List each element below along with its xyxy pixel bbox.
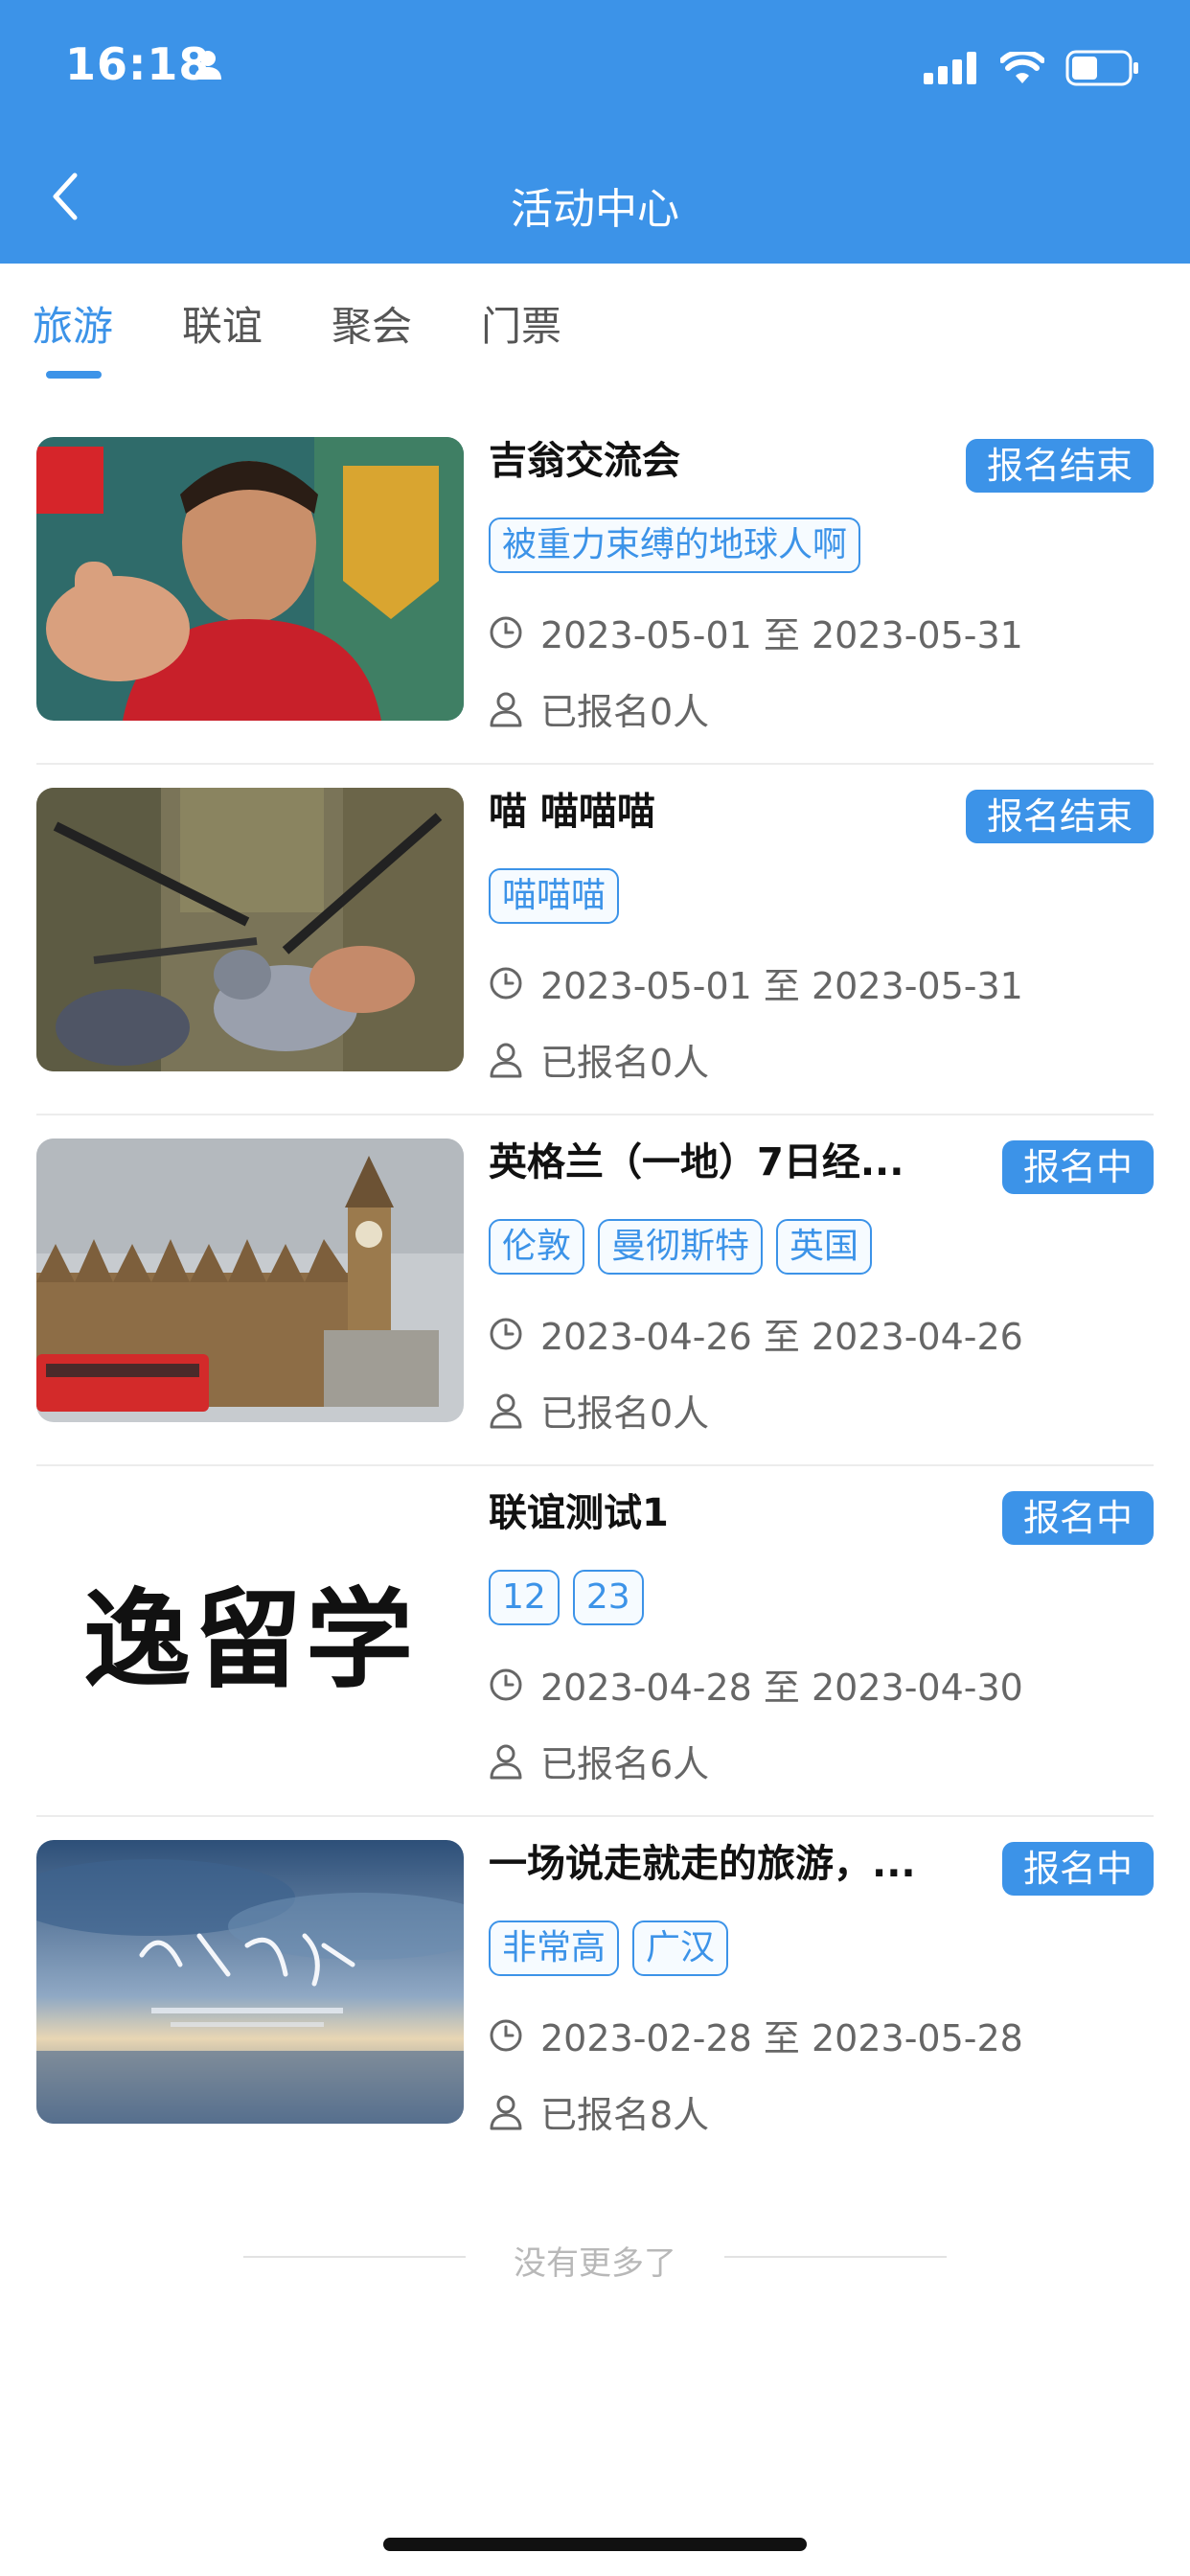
tag-list: 被重力束缚的地球人啊 bbox=[489, 518, 861, 573]
tab-tickets[interactable]: 门票 bbox=[481, 294, 561, 353]
list-end-footer: 没有更多了 bbox=[0, 2233, 1190, 2283]
date-row: 2023-04-26 至 2023-04-26 bbox=[489, 1307, 1023, 1360]
registered-count: 已报名8人 bbox=[540, 2094, 710, 2136]
date-range: 2023-02-28 至 2023-05-28 bbox=[540, 2017, 1023, 2059]
list-item[interactable]: 英格兰（一地）7日经... 报名中 伦敦 曼彻斯特 英国 2023-04-26 … bbox=[0, 1116, 1190, 1466]
registered-count: 已报名6人 bbox=[540, 1743, 710, 1785]
event-thumbnail bbox=[36, 437, 464, 721]
user-status-icon bbox=[194, 50, 222, 84]
registration-row: 已报名0人 bbox=[489, 1384, 709, 1437]
tag: 喵喵喵 bbox=[489, 868, 620, 924]
status-badge: 报名结束 bbox=[965, 790, 1154, 843]
tag: 12 bbox=[489, 1570, 560, 1625]
event-title: 一场说走就走的旅游，... bbox=[489, 1842, 916, 1886]
registration-row: 已报名6人 bbox=[489, 1735, 709, 1787]
date-row: 2023-02-28 至 2023-05-28 bbox=[489, 2009, 1023, 2061]
tag: 广汉 bbox=[632, 1920, 729, 1976]
tag: 被重力束缚的地球人啊 bbox=[489, 518, 861, 573]
event-title: 吉翁交流会 bbox=[489, 439, 680, 483]
tag-list: 伦敦 曼彻斯特 英国 bbox=[489, 1219, 873, 1275]
clock-icon bbox=[490, 1318, 522, 1349]
registered-count: 已报名0人 bbox=[540, 1042, 710, 1084]
person-icon bbox=[490, 1393, 522, 1428]
status-badge: 报名结束 bbox=[965, 439, 1154, 493]
tag-list: 非常高 广汉 bbox=[489, 1920, 729, 1976]
date-range: 2023-04-28 至 2023-04-30 bbox=[540, 1667, 1023, 1709]
list-item[interactable]: 喵 喵喵喵 报名结束 喵喵喵 2023-05-01 至 2023-05-31 已… bbox=[0, 765, 1190, 1116]
event-title: 喵 喵喵喵 bbox=[489, 790, 655, 834]
signal-icon bbox=[924, 52, 976, 84]
active-tab-indicator bbox=[46, 371, 102, 379]
wifi-icon bbox=[1000, 52, 1044, 83]
event-thumbnail: 逸留学 bbox=[36, 1489, 464, 1773]
date-range: 2023-05-01 至 2023-05-31 bbox=[540, 614, 1023, 656]
tag: 非常高 bbox=[489, 1920, 620, 1976]
person-icon bbox=[490, 2095, 522, 2129]
event-title: 英格兰（一地）7日经... bbox=[489, 1140, 904, 1184]
registration-row: 已报名0人 bbox=[489, 1033, 709, 1086]
clock-icon bbox=[490, 616, 522, 648]
registration-row: 已报名0人 bbox=[489, 682, 709, 735]
date-row: 2023-05-01 至 2023-05-31 bbox=[489, 956, 1023, 1009]
battery-icon bbox=[1065, 50, 1138, 86]
page-title: 活动中心 bbox=[511, 185, 679, 234]
registration-row: 已报名8人 bbox=[489, 2085, 709, 2138]
event-thumbnail bbox=[36, 788, 464, 1071]
date-range: 2023-04-26 至 2023-04-26 bbox=[540, 1316, 1023, 1358]
event-thumbnail bbox=[36, 1138, 464, 1422]
no-more-text: 没有更多了 bbox=[514, 2244, 676, 2283]
tag-list: 12 23 bbox=[489, 1570, 644, 1625]
date-row: 2023-05-01 至 2023-05-31 bbox=[489, 606, 1023, 658]
clock-icon bbox=[490, 967, 522, 999]
status-time: 16:18 bbox=[65, 38, 211, 90]
tab-gathering[interactable]: 聚会 bbox=[332, 294, 412, 353]
list-item[interactable]: 一场说走就走的旅游，... 报名中 非常高 广汉 2023-02-28 至 20… bbox=[0, 1817, 1190, 2168]
tag: 伦敦 bbox=[489, 1219, 585, 1275]
tab-social[interactable]: 联谊 bbox=[182, 294, 263, 353]
status-badge: 报名中 bbox=[1001, 1491, 1154, 1545]
person-icon bbox=[490, 692, 522, 726]
event-title: 联谊测试1 bbox=[489, 1491, 669, 1535]
clock-icon bbox=[490, 1668, 522, 1700]
tag-list: 喵喵喵 bbox=[489, 868, 620, 924]
event-thumbnail bbox=[36, 1840, 464, 2124]
tab-travel[interactable]: 旅游 bbox=[33, 294, 113, 353]
footer-divider-right bbox=[724, 2256, 947, 2258]
list-item[interactable]: 逸留学 联谊测试1 报名中 12 23 2023-04-28 至 2023-04… bbox=[0, 1466, 1190, 1817]
person-icon bbox=[490, 1744, 522, 1779]
status-indicators bbox=[924, 50, 1140, 86]
person-icon bbox=[490, 1043, 522, 1077]
registered-count: 已报名0人 bbox=[540, 691, 710, 733]
date-range: 2023-05-01 至 2023-05-31 bbox=[540, 965, 1023, 1007]
status-badge: 报名中 bbox=[1001, 1140, 1154, 1194]
status-badge: 报名中 bbox=[1001, 1842, 1154, 1896]
app-header: 16:18 活动中心 bbox=[0, 0, 1190, 264]
tag: 23 bbox=[572, 1570, 644, 1625]
clock-icon bbox=[490, 2019, 522, 2051]
date-row: 2023-04-28 至 2023-04-30 bbox=[489, 1658, 1023, 1711]
tag: 英国 bbox=[776, 1219, 873, 1275]
home-indicator[interactable] bbox=[383, 2538, 807, 2551]
thumbnail-logo-text: 逸留学 bbox=[83, 1577, 417, 1703]
tag: 曼彻斯特 bbox=[598, 1219, 764, 1275]
registered-count: 已报名0人 bbox=[540, 1392, 710, 1435]
event-list: 吉翁交流会 报名结束 被重力束缚的地球人啊 2023-05-01 至 2023-… bbox=[0, 414, 1190, 2168]
category-tabs: 旅游 联谊 聚会 门票 bbox=[0, 264, 1190, 388]
list-item[interactable]: 吉翁交流会 报名结束 被重力束缚的地球人啊 2023-05-01 至 2023-… bbox=[0, 414, 1190, 765]
